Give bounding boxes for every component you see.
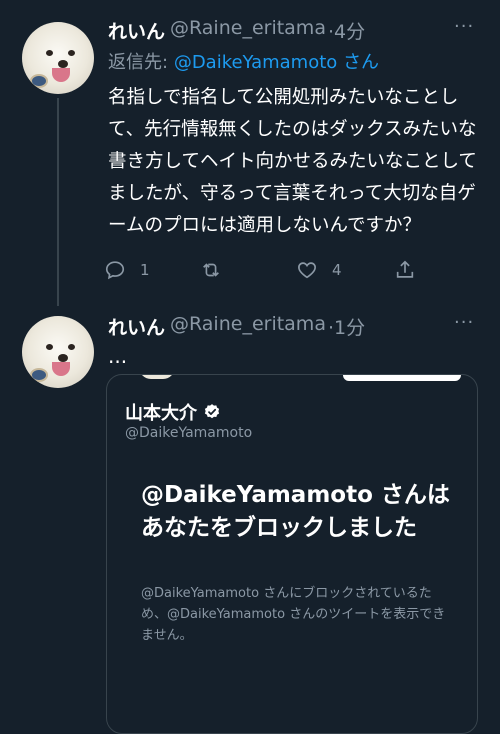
blocked-description: @DaikeYamamoto さんにブロックされているため、@DaikeYama… <box>141 586 446 643</box>
card-author-name[interactable]: 山本大介 <box>125 399 221 425</box>
tweet-text: ... <box>108 344 128 368</box>
avatar-collar <box>30 368 48 382</box>
avatar[interactable] <box>22 316 94 388</box>
blocked-title: @DaikeYamamoto さんはあなたをブロックしました <box>141 482 450 541</box>
tweet-2[interactable]: れいん @Raine_eritama ·1分 ··· ... 山本大介 @Dai… <box>0 0 500 734</box>
display-name[interactable]: れいん <box>108 313 165 340</box>
more-options-icon[interactable]: ··· <box>454 312 474 333</box>
avatar-eye-right <box>68 344 75 350</box>
card-author-name-text: 山本大介 <box>125 403 197 424</box>
avatar-eye-left <box>46 344 53 350</box>
avatar-mouth <box>52 362 70 376</box>
verified-badge-icon <box>204 404 220 419</box>
quoted-tweet-card[interactable]: 山本大介 @DaikeYamamoto @DaikeYamamoto さんはあな… <box>106 374 478 734</box>
handle[interactable]: @Raine_eritama <box>170 313 326 335</box>
card-banner <box>343 375 461 381</box>
avatar-nose <box>58 354 68 362</box>
card-author-handle[interactable]: @DaikeYamamoto <box>125 425 252 441</box>
card-avatar <box>137 375 177 381</box>
timestamp[interactable]: ·1分 <box>328 313 365 340</box>
